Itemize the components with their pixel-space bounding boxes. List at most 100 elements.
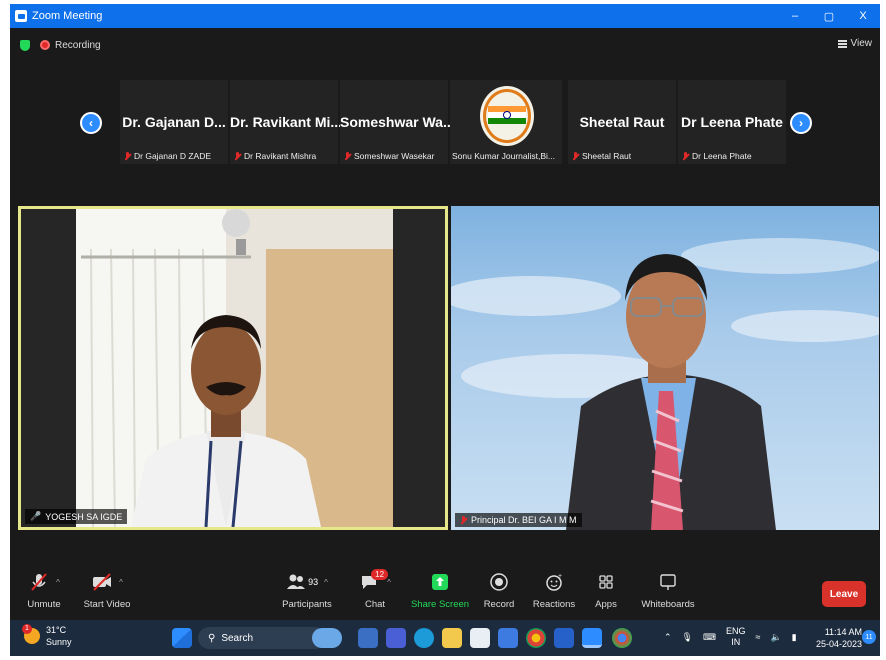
- encryption-shield-icon[interactable]: [20, 39, 30, 51]
- speaker-name-tag: 🎤 YOGESH SA IGDE: [25, 509, 128, 524]
- people-hub-icon[interactable]: [312, 628, 342, 648]
- participant-name-tag: Sheetal Raut: [572, 151, 631, 161]
- participant-strip: ‹ Dr. Gajanan D... Dr Gajanan D ZADE Dr.…: [80, 80, 812, 164]
- weather-text: 31°C Sunny: [46, 624, 72, 648]
- start-video-button[interactable]: ^ Start Video: [80, 569, 134, 621]
- grid-view-icon: [837, 39, 847, 48]
- participant-name: Dr Leena Phate: [692, 151, 752, 161]
- apps-button[interactable]: Apps: [594, 569, 618, 621]
- chat-button[interactable]: 12 ^ Chat: [360, 569, 391, 621]
- zoom-app-icon[interactable]: [582, 628, 602, 648]
- participant-name-tag: Someshwar Wasekar: [344, 151, 434, 161]
- view-button[interactable]: View: [837, 38, 872, 49]
- weather-condition: Sunny: [46, 637, 72, 647]
- chevron-up-icon[interactable]: ⌃: [664, 632, 672, 643]
- mic-icon: 🎤: [30, 511, 42, 521]
- participant-name: Dr Ravikant Mishra: [244, 151, 317, 161]
- minimize-button[interactable]: –: [778, 4, 812, 28]
- file-explorer-icon[interactable]: [442, 628, 462, 648]
- restore-button[interactable]: ▢: [812, 4, 846, 28]
- system-tray: ⌃ 🎙 ⌨ ENG IN ≈ 🔈 ▮: [664, 626, 797, 648]
- participant-name: Sonu Kumar Journalist,Bi...: [452, 151, 555, 161]
- unmute-button[interactable]: ^ Unmute: [22, 569, 66, 621]
- record-button[interactable]: Record: [484, 569, 514, 621]
- reactions-button[interactable]: + Reactions: [533, 569, 575, 621]
- region-code: IN: [731, 637, 741, 647]
- participant-display-name: Dr Leena Phate: [681, 114, 783, 130]
- search-icon: ⚲: [208, 632, 216, 644]
- volume-icon[interactable]: 🔈: [770, 632, 781, 643]
- participant-name-tag: Dr Leena Phate: [682, 151, 752, 161]
- messaging-app-icon[interactable]: [498, 628, 518, 648]
- keyboard-icon[interactable]: ⌨: [703, 632, 716, 643]
- start-video-label: Start Video: [83, 599, 131, 610]
- participant-video-frame: [451, 238, 879, 530]
- mic-tray-icon[interactable]: 🎙: [682, 632, 693, 643]
- chrome-profile-icon[interactable]: [612, 628, 632, 648]
- windows-taskbar: 1 31°C Sunny ⚲ Search ⌃ 🎙 ⌨ ENG IN ≈ 🔈 ▮…: [10, 620, 880, 656]
- previous-page-button[interactable]: ‹: [80, 112, 102, 134]
- svg-text:+: +: [558, 573, 562, 580]
- word-app-icon[interactable]: [554, 628, 574, 648]
- edge-browser-icon[interactable]: [414, 628, 434, 648]
- participant-tile[interactable]: Dr. Gajanan D... Dr Gajanan D ZADE: [120, 80, 228, 164]
- participant-name-tag: Sonu Kumar Journalist,Bi...: [452, 151, 555, 161]
- participant-display-name: Someshwar Wa...: [340, 114, 455, 130]
- participants-icon: 93 ^: [286, 569, 328, 595]
- windows-start-icon[interactable]: [172, 628, 192, 648]
- participant-display-name: Dr. Ravikant Mi...: [230, 114, 343, 130]
- participant-name-tag: Dr Ravikant Mishra: [234, 151, 316, 161]
- apps-label: Apps: [595, 599, 617, 610]
- chrome-browser-icon[interactable]: [526, 628, 546, 648]
- title-bar: Zoom Meeting – ▢ X: [10, 4, 880, 28]
- sun-icon: 1: [22, 624, 40, 644]
- microsoft-store-icon[interactable]: [470, 628, 490, 648]
- participants-button[interactable]: 93 ^ Participants: [274, 569, 340, 621]
- participant-name: Sheetal Raut: [582, 151, 632, 161]
- participant-display-name: Dr. Gajanan D...: [122, 114, 226, 130]
- participant-avatar-logo: [480, 86, 534, 146]
- clock-date: 25-04-2023: [816, 639, 863, 649]
- notification-badge[interactable]: 11: [862, 630, 876, 644]
- muted-mic-icon: [344, 151, 351, 161]
- participant-tile[interactable]: Dr Leena Phate Dr Leena Phate: [678, 80, 786, 164]
- participant-name: Someshwar Wasekar: [354, 151, 435, 161]
- participant-video[interactable]: Principal Dr. BEI GA I M M: [451, 206, 879, 530]
- window-controls: – ▢ X: [778, 4, 880, 28]
- participant-tile[interactable]: Sonu Kumar Journalist,Bi...: [450, 80, 562, 164]
- wifi-icon[interactable]: ≈: [756, 632, 761, 642]
- zoom-logo-icon: [15, 10, 27, 22]
- task-view-icon[interactable]: [358, 628, 378, 648]
- share-screen-label: Share Screen: [410, 599, 470, 610]
- smiley-icon: +: [544, 569, 564, 595]
- participant-name: Principal Dr. BEI GA I M M: [471, 515, 577, 525]
- active-speaker-video[interactable]: 🎤 YOGESH SA IGDE: [18, 206, 448, 530]
- participant-name-tag: Principal Dr. BEI GA I M M: [455, 513, 582, 527]
- leave-button[interactable]: Leave: [822, 581, 866, 607]
- whiteboards-button[interactable]: Whiteboards: [641, 569, 695, 621]
- participant-tile[interactable]: Dr. Ravikant Mi... Dr Ravikant Mishra: [230, 80, 343, 164]
- next-page-button[interactable]: ›: [790, 112, 812, 134]
- participant-tile[interactable]: Someshwar Wa... Someshwar Wasekar: [340, 80, 455, 164]
- close-button[interactable]: X: [846, 4, 880, 28]
- record-icon: [489, 569, 509, 595]
- muted-mic-icon: [124, 151, 131, 161]
- taskbar-search[interactable]: ⚲ Search: [198, 627, 326, 649]
- widgets-app-icon[interactable]: [386, 628, 406, 648]
- muted-mic-icon: [234, 151, 241, 161]
- temperature: 31°C: [46, 625, 67, 635]
- recording-icon[interactable]: [40, 40, 50, 50]
- participant-display-name: Sheetal Raut: [579, 114, 665, 130]
- weather-widget[interactable]: 1 31°C Sunny: [22, 624, 72, 648]
- language-indicator[interactable]: ENG IN: [726, 626, 746, 648]
- apps-icon: [596, 569, 616, 595]
- battery-icon[interactable]: ▮: [792, 632, 797, 643]
- speaker-video-frame: [21, 209, 445, 527]
- taskbar-clock[interactable]: 11:14 AM 25-04-2023: [816, 626, 862, 650]
- unmute-label: Unmute: [27, 599, 61, 610]
- meeting-status-bar: Recording View: [10, 32, 880, 58]
- muted-microphone-icon: ^: [28, 569, 60, 595]
- participant-name-tag: Dr Gajanan D ZADE: [124, 151, 211, 161]
- participant-tile[interactable]: Sheetal Raut Sheetal Raut: [568, 80, 676, 164]
- share-screen-button[interactable]: Share Screen: [410, 569, 470, 621]
